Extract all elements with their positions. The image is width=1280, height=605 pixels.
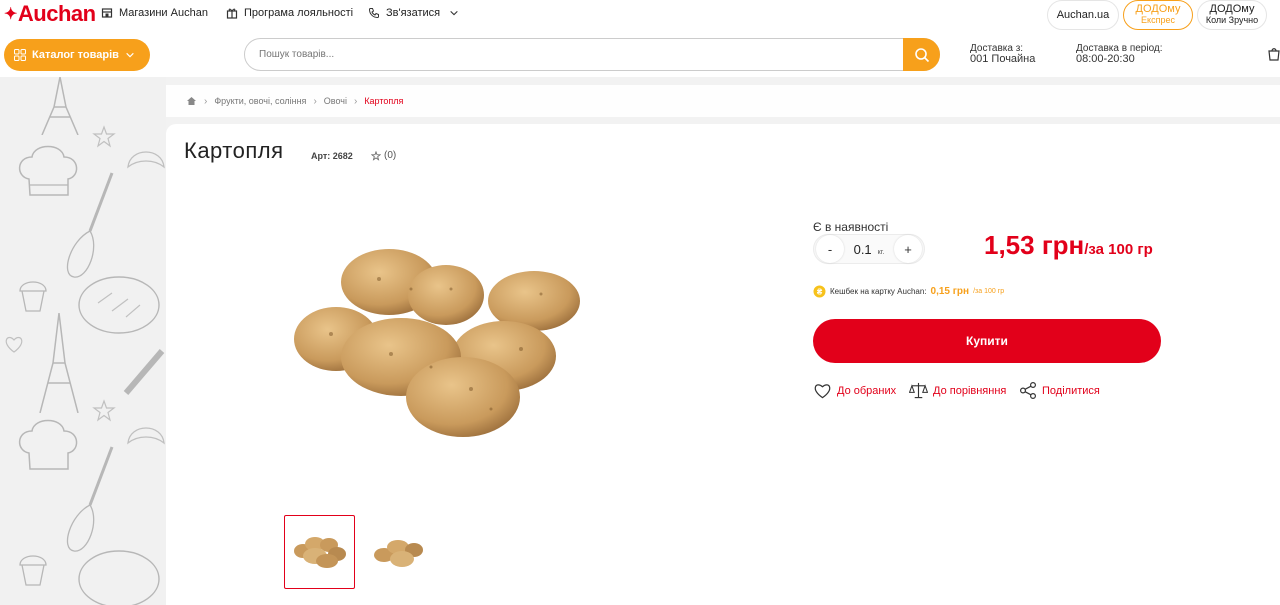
home-icon[interactable]	[186, 96, 197, 106]
decrease-button[interactable]: -	[816, 235, 844, 263]
search-button[interactable]	[903, 38, 940, 71]
catalog-label: Каталог товарів	[32, 49, 119, 61]
whisk-icon	[66, 446, 114, 552]
stores-link-label: Магазини Auchan	[119, 7, 208, 19]
breadcrumb-separator: ›	[204, 95, 208, 107]
auchan-bird-icon: ✦	[4, 6, 17, 23]
convenient-delivery-pill[interactable]: ДОДОму Коли Зручно	[1197, 0, 1267, 30]
convenient-title: ДОДОму	[1209, 3, 1255, 15]
bread-icon	[78, 550, 160, 605]
auchan-ua-label: Auchan.ua	[1056, 8, 1110, 21]
quantity-unit: кг.	[877, 248, 885, 256]
scales-icon	[909, 382, 928, 399]
express-title: ДОДОму	[1135, 3, 1181, 15]
add-to-compare[interactable]: До порівняння	[909, 382, 1006, 399]
product-title: Картопля	[184, 138, 284, 163]
nav-bar: Каталог товарів Доставка з: 001 Почайна …	[0, 32, 1280, 77]
delivery-from-value: 001 Почайна	[970, 53, 1036, 65]
loyalty-link[interactable]: Програма лояльності	[226, 7, 353, 19]
phone-icon	[368, 8, 379, 19]
star-outline-icon	[371, 150, 381, 161]
decorative-background	[0, 77, 166, 605]
product-image-potatoes[interactable]	[291, 249, 591, 439]
delivery-period[interactable]: Доставка в період: 08:00-20:30	[1076, 43, 1163, 65]
product-article: Арт: 2682	[311, 151, 353, 161]
heart-icon	[814, 384, 831, 399]
search-input[interactable]	[259, 49, 859, 60]
breadcrumb-current: Картопля	[364, 96, 404, 106]
star-icon	[92, 399, 116, 422]
search-icon	[914, 47, 929, 62]
svg-text:₴: ₴	[817, 288, 823, 297]
coin-icon: ₴	[813, 285, 826, 298]
eiffel-tower-icon	[39, 313, 79, 413]
price-unit: /за 100 гр	[1084, 241, 1153, 258]
chevron-down-icon	[126, 52, 134, 58]
quantity-display[interactable]: 0.1 кг.	[854, 242, 885, 257]
favorites-label: До обраних	[837, 384, 897, 397]
availability-status: Є в наявності	[813, 220, 889, 234]
cashback-label: Кешбек на картку Auchan:	[830, 287, 927, 296]
search-bar	[244, 38, 940, 71]
store-icon	[101, 8, 113, 18]
cupcake-icon	[19, 555, 47, 586]
cart-icon[interactable]	[1268, 47, 1280, 61]
cashback-info: ₴ Кешбек на картку Auchan: 0,15 грн/за 1…	[813, 285, 1004, 298]
stores-link[interactable]: Магазини Auchan	[101, 7, 208, 19]
thumbnail-potatoes-image	[373, 540, 423, 567]
cashback-unit: /за 100 гр	[973, 288, 1005, 295]
express-sub: Експрес	[1141, 15, 1175, 25]
thumbnail-1[interactable]	[284, 515, 355, 589]
catalog-button[interactable]: Каталог товарів	[4, 39, 150, 71]
cupcake-icon	[19, 281, 47, 312]
breadcrumb-separator: ›	[313, 95, 317, 107]
rating-count: (0)	[384, 150, 397, 161]
quantity-value: 0.1	[853, 241, 872, 257]
breadcrumb-separator: ›	[353, 95, 358, 107]
top-bar: ✦ Auchan Магазини Auchan Програма лояльн…	[0, 0, 1280, 32]
heart-icon	[5, 336, 23, 353]
chevron-down-icon	[450, 10, 458, 16]
cashback-value: 0,15 грн	[930, 286, 970, 297]
product-rating[interactable]: (0)	[371, 150, 396, 161]
increase-button[interactable]: +	[893, 235, 922, 263]
compare-label: До порівняння	[933, 384, 1007, 397]
rolling-pin-icon	[123, 349, 165, 395]
breadcrumb-item-fruits[interactable]: Фрукти, овочі, соління	[214, 96, 306, 106]
loyalty-link-label: Програма лояльності	[244, 7, 354, 19]
share-product[interactable]: Поділитися	[1019, 382, 1100, 399]
convenient-sub: Коли Зручно	[1205, 15, 1259, 25]
share-label: Поділитися	[1042, 384, 1100, 397]
auchan-ua-pill[interactable]: Auchan.ua	[1047, 0, 1119, 30]
croissant-icon	[127, 427, 165, 445]
breadcrumb-item-vegetables[interactable]: Овочі	[324, 96, 347, 106]
whisk-icon	[66, 172, 114, 278]
croissant-icon	[127, 151, 165, 169]
logo-text: Auchan	[17, 1, 96, 26]
quantity-stepper: - 0.1 кг. +	[813, 234, 925, 264]
thumbnail-potatoes-image	[293, 537, 346, 568]
add-to-favorites[interactable]: До обраних	[813, 382, 896, 399]
contact-link-label: Зв'язатися	[386, 7, 441, 19]
price-value: 1,53 грн	[984, 230, 1085, 260]
bread-icon	[78, 276, 160, 334]
gift-icon	[226, 8, 238, 19]
star-icon	[92, 125, 116, 148]
thumbnail-2[interactable]	[363, 515, 434, 589]
eiffel-tower-icon	[41, 77, 79, 135]
breadcrumb: › Фрукти, овочі, соління › Овочі › Карто…	[166, 85, 1280, 117]
contact-link[interactable]: Зв'язатися	[368, 7, 459, 19]
buy-button[interactable]: Купити	[813, 319, 1161, 363]
product-price: 1,53 грн /за 100 гр	[984, 230, 1153, 261]
delivery-period-value: 08:00-20:30	[1076, 53, 1135, 65]
auchan-logo[interactable]: ✦ Auchan	[4, 1, 96, 26]
grid-icon	[14, 49, 26, 61]
product-card: Картопля Арт: 2682 (0) Є в наявності - 0…	[166, 124, 1280, 605]
express-delivery-pill[interactable]: ДОДОму Експрес	[1123, 0, 1193, 30]
share-icon	[1019, 382, 1036, 399]
delivery-from[interactable]: Доставка з: 001 Почайна	[970, 43, 1035, 65]
